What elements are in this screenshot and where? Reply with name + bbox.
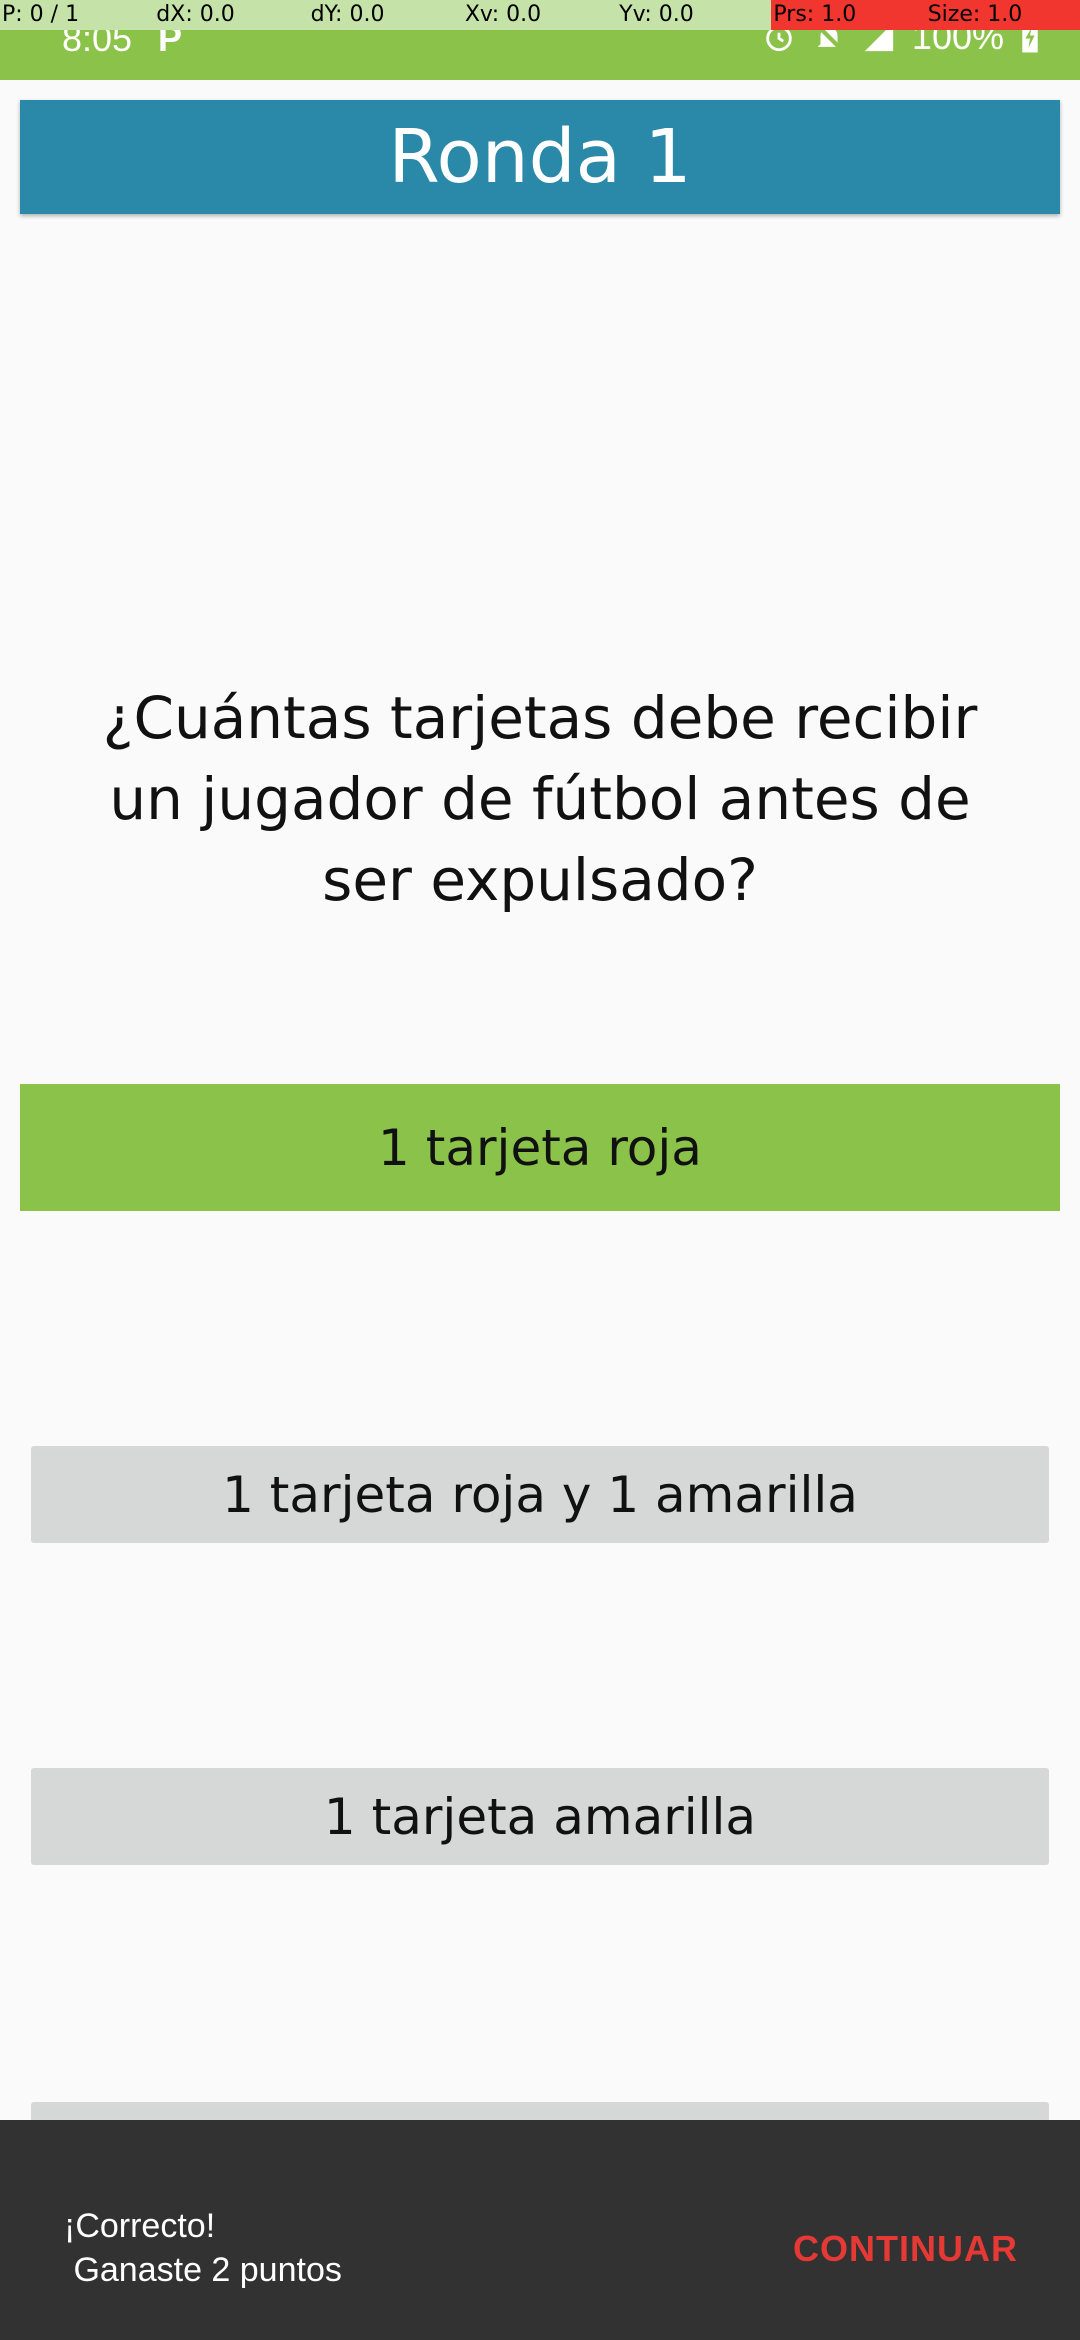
- continue-button[interactable]: CONTINUAR: [793, 2228, 1018, 2270]
- round-header: Ronda 1: [20, 100, 1060, 214]
- overlay-pressure: Prs: 1.0: [771, 0, 926, 30]
- overlay-pointer: P: 0 / 1: [0, 0, 155, 30]
- snackbar-message: ¡Correcto! Ganaste 2 puntos: [64, 2207, 342, 2289]
- overlay-dy: dY: 0.0: [308, 0, 463, 30]
- overlay-dx: dX: 0.0: [154, 0, 309, 30]
- overlay-xv: Xv: 0.0: [462, 0, 618, 30]
- round-title: Ronda 1: [388, 114, 692, 200]
- answer-option-2[interactable]: 1 tarjeta roja y 1 amarilla: [31, 1446, 1049, 1543]
- pointer-location-overlay: P: 0 / 1 dX: 0.0 dY: 0.0 Xv: 0.0 Yv: 0.0…: [0, 0, 1080, 30]
- answer-option-3[interactable]: 1 tarjeta amarilla: [31, 1768, 1049, 1865]
- overlay-yv: Yv: 0.0: [617, 0, 772, 30]
- result-snackbar: ¡Correcto! Ganaste 2 puntos CONTINUAR: [0, 2120, 1080, 2340]
- question-text: ¿Cuántas tarjetas debe recibir un jugado…: [102, 684, 978, 914]
- overlay-size: Size: 1.0: [925, 0, 1080, 30]
- answer-option-1[interactable]: 1 tarjeta roja: [20, 1084, 1060, 1211]
